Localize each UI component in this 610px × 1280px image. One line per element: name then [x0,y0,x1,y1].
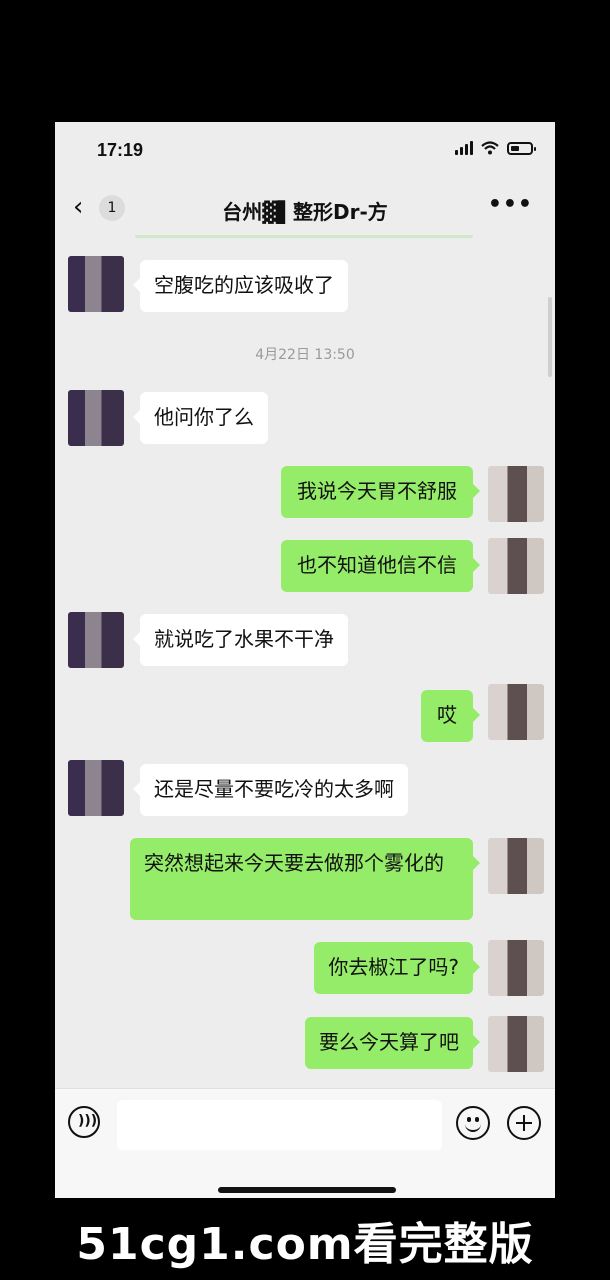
phone-screen: 17:19 ‹ 1 台州▓▌整形Dr-方 ••• 空腹吃的应该吸收了 4月22日… [55,122,555,1198]
chat-header: ‹ 1 台州▓▌整形Dr-方 ••• [55,180,555,238]
my-avatar[interactable] [488,684,544,740]
contact-avatar[interactable] [68,256,124,312]
outgoing-message[interactable]: 突然想起来今天要去做那个雾化的 [130,838,480,920]
plus-icon[interactable] [507,1106,541,1140]
contact-avatar[interactable] [68,612,124,668]
incoming-message[interactable]: 还是尽量不要吃冷的太多啊 [133,764,408,816]
my-avatar[interactable] [488,466,544,522]
status-time: 17:19 [97,140,144,160]
home-indicator [218,1187,396,1193]
voice-icon[interactable]: ))) [68,1106,100,1138]
outgoing-message[interactable]: 你去椒江了吗? [314,942,480,994]
incoming-message[interactable]: 空腹吃的应该吸收了 [133,260,348,312]
outgoing-message[interactable]: 要么今天算了吧 [305,1017,480,1069]
status-bar: 17:19 [55,122,555,180]
chat-title: 台州▓▌整形Dr-方 [222,200,388,224]
header-divider [135,235,473,238]
wifi-icon [481,141,499,155]
more-options-button[interactable]: ••• [488,192,533,217]
signal-icon [455,141,473,155]
scrollbar[interactable] [548,297,552,377]
my-avatar[interactable] [488,538,544,594]
my-avatar[interactable] [488,1016,544,1072]
battery-icon [507,141,536,155]
watermark-text: 51cg1.com看完整版 [76,1219,534,1270]
my-avatar[interactable] [488,838,544,894]
message-input[interactable] [117,1100,442,1150]
outgoing-message[interactable]: 哎 [421,690,480,742]
outgoing-message[interactable]: 我说今天胃不舒服 [281,466,480,518]
outgoing-message[interactable]: 也不知道他信不信 [281,540,480,592]
contact-avatar[interactable] [68,760,124,816]
my-avatar[interactable] [488,940,544,996]
input-bar: ))) [55,1088,555,1198]
message-timestamp: 4月22日 13:50 [255,347,355,363]
contact-avatar[interactable] [68,390,124,446]
emoji-icon[interactable] [456,1106,490,1140]
incoming-message[interactable]: 他问你了么 [133,392,268,444]
incoming-message[interactable]: 就说吃了水果不干净 [133,614,348,666]
status-icons [455,141,536,155]
